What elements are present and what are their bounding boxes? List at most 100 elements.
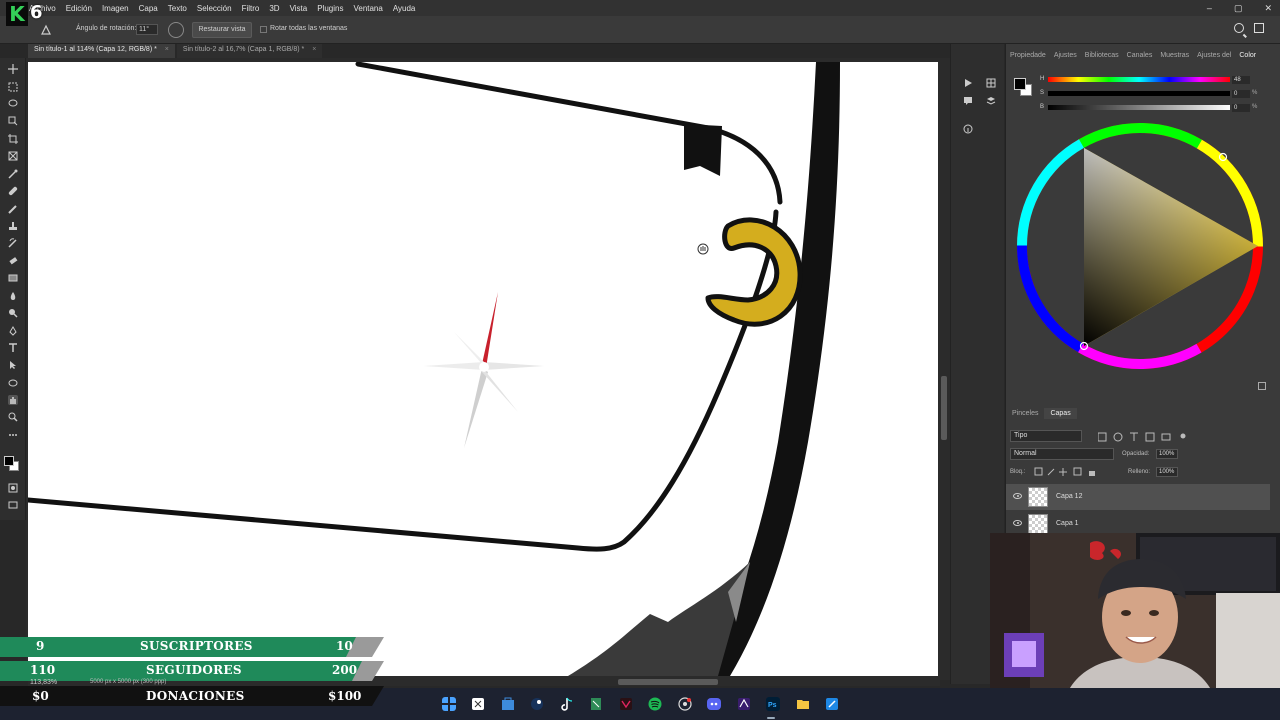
- scroll-thumb[interactable]: [618, 679, 718, 685]
- eraser-icon[interactable]: [8, 256, 18, 266]
- steam-icon[interactable]: [530, 697, 544, 711]
- scroll-thumb[interactable]: [941, 376, 947, 440]
- hue-slider[interactable]: [1048, 77, 1230, 82]
- spotify-icon[interactable]: [648, 697, 662, 711]
- menu-ayuda[interactable]: Ayuda: [388, 4, 421, 13]
- shape-icon[interactable]: [8, 378, 18, 388]
- rotate-all-checkbox[interactable]: [260, 26, 267, 33]
- tab-capas[interactable]: Capas: [1044, 408, 1077, 419]
- more-tools-icon[interactable]: [8, 430, 18, 440]
- browser-icon[interactable]: [678, 697, 692, 711]
- app-icon-2[interactable]: [737, 697, 751, 711]
- marquee-icon[interactable]: [8, 82, 18, 92]
- eye-icon[interactable]: [1013, 520, 1022, 526]
- menu-seleccion[interactable]: Selección: [192, 4, 237, 13]
- foreground-color[interactable]: [1014, 78, 1026, 90]
- tab-bibliotecas[interactable]: Bibliotecas: [1081, 50, 1123, 66]
- dodge-icon[interactable]: [8, 308, 18, 318]
- blur-icon[interactable]: [8, 291, 18, 301]
- healing-icon[interactable]: [8, 186, 18, 196]
- blend-mode-select[interactable]: Normal: [1010, 448, 1114, 460]
- pen-icon[interactable]: [8, 326, 18, 336]
- eye-icon[interactable]: [1013, 493, 1022, 499]
- zoom-icon[interactable]: [8, 412, 18, 422]
- tab-ajustes-del[interactable]: Ajustes del: [1193, 50, 1235, 66]
- quick-mask-icon[interactable]: [8, 483, 18, 493]
- artboard[interactable]: [28, 62, 938, 676]
- maximize-button[interactable]: ▢: [1234, 3, 1243, 14]
- tab-document-1[interactable]: Sin título-1 al 114% (Capa 12, RGB/8) * …: [28, 44, 175, 58]
- menu-edicion[interactable]: Edición: [61, 4, 97, 13]
- lasso-icon[interactable]: [8, 99, 18, 109]
- comment-icon[interactable]: [963, 96, 973, 106]
- workspace-icon[interactable]: [1254, 23, 1264, 33]
- tab-propiedades[interactable]: Propiedade: [1006, 50, 1050, 66]
- app-icon[interactable]: [619, 697, 633, 711]
- crop-icon[interactable]: [8, 134, 18, 144]
- tab-pinceles[interactable]: Pinceles: [1006, 408, 1044, 419]
- tab-color[interactable]: Color: [1235, 50, 1260, 66]
- tab-muestras[interactable]: Muestras: [1156, 50, 1193, 66]
- tab-canales[interactable]: Canales: [1123, 50, 1157, 66]
- close-button[interactable]: ✕: [1264, 3, 1272, 14]
- rotation-input[interactable]: 11°: [136, 24, 158, 35]
- reset-view-button[interactable]: Restaurar vista: [192, 22, 252, 38]
- file-explorer-icon[interactable]: [796, 697, 810, 711]
- tiktok-icon[interactable]: [560, 697, 574, 711]
- stamp-icon[interactable]: [8, 221, 18, 231]
- color-wheel[interactable]: [1014, 120, 1274, 380]
- layer-filter-select[interactable]: Tipo: [1010, 430, 1082, 442]
- fill-input[interactable]: 100%: [1156, 467, 1178, 477]
- close-icon[interactable]: ×: [165, 46, 169, 53]
- frame-icon[interactable]: [8, 151, 18, 161]
- brightness-slider[interactable]: [1048, 105, 1230, 110]
- play-icon[interactable]: [963, 78, 973, 88]
- grid-panel-icon[interactable]: [986, 78, 996, 88]
- zoom-status[interactable]: 113,83%: [30, 679, 57, 686]
- layer-row[interactable]: Capa 12: [1006, 484, 1270, 510]
- expand-icon[interactable]: [1258, 382, 1266, 390]
- menu-plugins[interactable]: Plugins: [312, 4, 348, 13]
- opacity-input[interactable]: 100%: [1156, 449, 1178, 459]
- app-icon-3[interactable]: [825, 697, 839, 711]
- menu-filtro[interactable]: Filtro: [237, 4, 265, 13]
- menu-vista[interactable]: Vista: [285, 4, 313, 13]
- photoshop-icon[interactable]: Ps: [766, 697, 780, 711]
- object-select-icon[interactable]: [8, 116, 18, 126]
- filter-icons[interactable]: [1098, 432, 1188, 442]
- tab-document-2[interactable]: Sin título-2 al 16,7% (Capa 1, RGB/8) * …: [176, 44, 323, 58]
- snipping-tool-icon[interactable]: [471, 697, 485, 711]
- move-icon[interactable]: [8, 64, 18, 74]
- foreground-color-swatch[interactable]: [4, 456, 14, 466]
- store-icon[interactable]: [501, 697, 515, 711]
- windows-start-icon[interactable]: [442, 697, 456, 711]
- tab-ajustes[interactable]: Ajustes: [1050, 50, 1081, 66]
- path-select-icon[interactable]: [8, 360, 18, 370]
- minimize-button[interactable]: –: [1207, 3, 1212, 13]
- menu-capa[interactable]: Capa: [134, 4, 163, 13]
- close-icon[interactable]: ×: [312, 46, 316, 53]
- menu-3d[interactable]: 3D: [264, 4, 284, 13]
- lock-icons[interactable]: [1034, 467, 1100, 477]
- brush-icon[interactable]: [8, 204, 18, 214]
- eyedropper-icon[interactable]: [8, 169, 18, 179]
- gradient-icon[interactable]: [8, 273, 18, 283]
- vertical-scrollbar[interactable]: [940, 62, 948, 676]
- menu-texto[interactable]: Texto: [163, 4, 192, 13]
- rotation-dial[interactable]: [168, 22, 184, 38]
- brightness-value[interactable]: 0: [1232, 104, 1250, 112]
- layers-panel-icon[interactable]: [986, 96, 996, 106]
- type-icon[interactable]: [8, 343, 18, 353]
- discord-icon[interactable]: [707, 697, 721, 711]
- history-brush-icon[interactable]: [8, 238, 18, 248]
- search-icon[interactable]: [1234, 23, 1244, 33]
- screen-mode-icon[interactable]: [8, 500, 18, 510]
- hue-value[interactable]: 48: [1232, 76, 1250, 84]
- info-icon[interactable]: [963, 124, 973, 134]
- menu-ventana[interactable]: Ventana: [348, 4, 387, 13]
- saturation-value[interactable]: 0: [1232, 90, 1250, 98]
- maps-icon[interactable]: [589, 697, 603, 711]
- hand-icon[interactable]: [8, 395, 18, 405]
- saturation-slider[interactable]: [1048, 91, 1230, 96]
- menu-imagen[interactable]: Imagen: [97, 4, 134, 13]
